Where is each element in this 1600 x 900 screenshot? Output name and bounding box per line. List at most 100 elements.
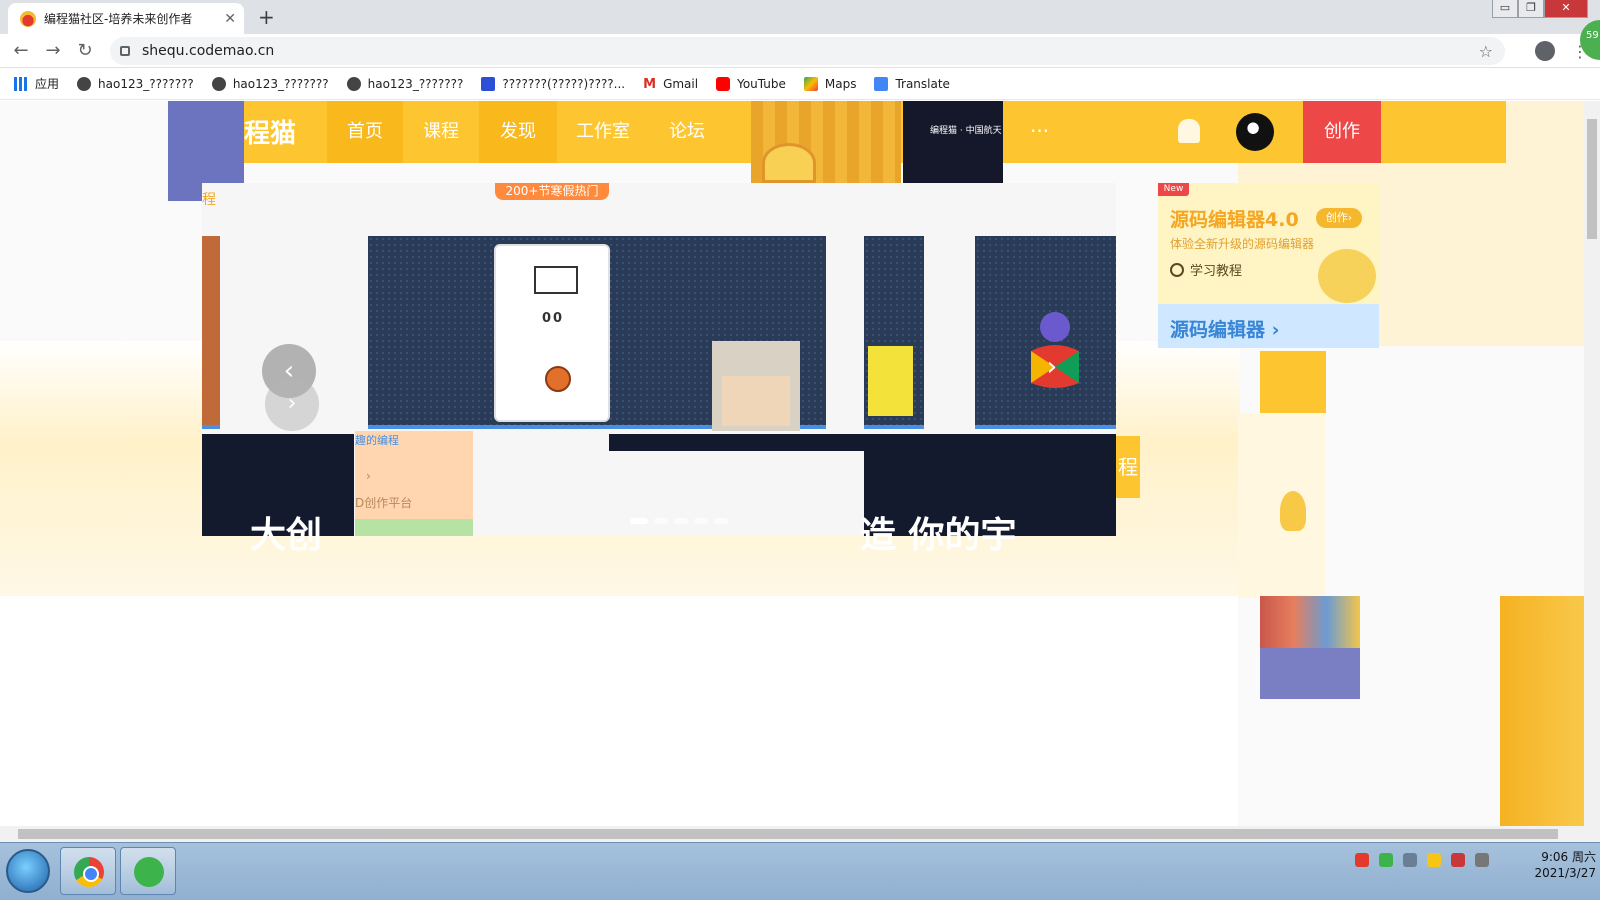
new-tab-button[interactable]: + — [258, 5, 275, 29]
bookmark-item[interactable]: hao123_??????? — [211, 76, 329, 91]
bookmark-item[interactable]: ???????(?????)????... — [481, 76, 625, 91]
url-text[interactable]: shequ.codemao.cn — [142, 43, 1479, 59]
rocket-icon — [1280, 491, 1306, 531]
pixel-character-face — [722, 376, 790, 426]
taskbar-360-button[interactable] — [120, 847, 176, 895]
bookmark-item[interactable]: YouTube — [716, 76, 786, 91]
bookmark-label: hao123_??????? — [367, 76, 464, 91]
editor-subtitle: 体验全新升级的源码编辑器 — [1170, 237, 1315, 251]
nav-forum[interactable]: 论坛 — [649, 101, 725, 163]
360-tray-icon[interactable] — [1427, 853, 1441, 867]
carousel-next-button[interactable]: › — [1026, 341, 1078, 393]
pager-dot[interactable] — [654, 518, 668, 524]
close-window-button[interactable]: ✕ — [1544, 0, 1588, 18]
carousel-next-ghost-button[interactable]: › — [265, 377, 319, 431]
globe-icon — [346, 76, 361, 91]
address-bar[interactable]: shequ.codemao.cn ☆ — [110, 37, 1505, 65]
back-button[interactable]: ← — [10, 40, 32, 61]
create-button[interactable]: 创作 — [1303, 101, 1381, 163]
pager-dot[interactable] — [714, 518, 728, 524]
bookmark-item[interactable]: hao123_??????? — [77, 76, 194, 91]
gmail-icon: M — [643, 76, 657, 92]
sogou-ime-icon[interactable] — [1355, 853, 1369, 867]
nav-discover[interactable]: 发现 — [479, 101, 557, 163]
pager-dot-active[interactable] — [630, 518, 648, 524]
user-avatar[interactable] — [1236, 113, 1274, 151]
translate-icon — [874, 76, 889, 91]
forward-button[interactable]: → — [42, 40, 64, 61]
windows-taskbar: 9:06 周六 2021/3/27 — [0, 842, 1600, 900]
editor-tutorial-label: 学习教程 — [1190, 264, 1243, 279]
pager-dot[interactable] — [694, 518, 708, 524]
game-score: 00 — [542, 311, 565, 326]
new-badge: New — [1158, 183, 1189, 196]
system-tray — [1355, 853, 1499, 867]
tab-title: 编程猫社区-培养未来创作者 — [44, 12, 193, 26]
site-logo[interactable]: 程猫 — [244, 113, 296, 150]
horizontal-scrollbar[interactable] — [0, 826, 1600, 842]
page-background-bottom — [0, 596, 1238, 826]
vertical-scrollbar-thumb[interactable] — [1587, 119, 1597, 239]
promo-panel-subtitle: D创作平台 — [355, 496, 413, 510]
pager-dot[interactable] — [674, 518, 688, 524]
bookmark-label: Gmail — [663, 76, 699, 91]
tab-close-icon[interactable]: ✕ — [224, 11, 236, 27]
promo-tag[interactable]: 200+节寒假热门 — [495, 183, 609, 200]
side-tag-text: 程 — [202, 192, 216, 208]
loading-overlay — [609, 434, 865, 451]
decorative-pillar — [1500, 596, 1584, 826]
globe-icon — [77, 76, 92, 91]
vertical-scrollbar[interactable] — [1584, 101, 1600, 826]
horizontal-scrollbar-thumb[interactable] — [18, 829, 1558, 839]
paw-icon — [481, 76, 496, 91]
browser-tab[interactable]: 编程猫社区-培养未来创作者 ✕ — [8, 3, 244, 34]
basketball-icon — [545, 366, 571, 392]
basketball-hoop-icon — [534, 266, 578, 294]
partner-banner[interactable] — [903, 101, 1003, 183]
bookmark-star-icon[interactable]: ☆ — [1479, 42, 1493, 61]
security-shield-icon[interactable] — [1379, 853, 1393, 867]
taskbar-time: 9:06 周六 — [1541, 850, 1596, 864]
taskbar-chrome-button[interactable] — [60, 847, 116, 895]
nav-course[interactable]: 课程 — [403, 101, 479, 163]
editor-title: 源码编辑器4.0 — [1170, 209, 1299, 231]
banner-headline-left: 大创 — [250, 515, 323, 556]
bookmark-item[interactable]: M Gmail — [643, 76, 699, 92]
side-decoration-block — [1260, 351, 1326, 413]
reload-button[interactable]: ↻ — [74, 40, 96, 61]
bell-icon[interactable] — [1178, 119, 1200, 143]
editor-4-logo-icon — [1318, 249, 1376, 303]
bookmark-item[interactable]: hao123_??????? — [346, 76, 464, 91]
books-icon — [1260, 596, 1360, 648]
profile-avatar-icon[interactable] — [1535, 41, 1555, 61]
bookmark-item[interactable]: 应用 — [14, 75, 59, 92]
apps-icon — [14, 76, 28, 91]
editor-create-button[interactable]: 创作› — [1316, 208, 1362, 228]
alarm-clock-icon — [762, 143, 816, 183]
network-icon[interactable] — [1403, 853, 1417, 867]
bookmark-label: hao123_??????? — [232, 76, 329, 91]
volume-icon[interactable] — [1475, 853, 1489, 867]
bookmark-item[interactable]: Maps — [803, 76, 857, 91]
bookmarks-bar: 应用 hao123_??????? hao123_??????? hao123_???… — [0, 68, 1600, 100]
side-chip[interactable]: 程 — [1116, 436, 1140, 498]
bookmark-item[interactable]: Translate — [874, 76, 950, 91]
bookmark-label: hao123_??????? — [98, 76, 194, 91]
carousel-pager — [630, 518, 734, 524]
plus-shield-icon — [134, 857, 164, 887]
carousel-slide[interactable] — [202, 236, 220, 429]
more-menu-icon[interactable]: ··· — [1030, 119, 1049, 143]
editor-secondary-title: 源码编辑器 › — [1170, 319, 1280, 341]
minimize-button[interactable]: ▭ — [1492, 0, 1518, 18]
alert-icon[interactable] — [1451, 853, 1465, 867]
editor-tutorial-link[interactable]: 学习教程 — [1170, 260, 1242, 279]
bookmark-label: Maps — [824, 76, 857, 91]
browser-tab-strip: 编程猫社区-培养未来创作者 ✕ + ▭ ❐ ✕ — [0, 0, 1600, 34]
bookmark-label: Translate — [895, 76, 950, 91]
taskbar-clock[interactable]: 9:06 周六 2021/3/27 — [1508, 849, 1596, 881]
nav-home[interactable]: 首页 — [327, 101, 403, 163]
start-button[interactable] — [6, 849, 50, 893]
globe-icon — [211, 76, 226, 91]
nav-studio[interactable]: 工作室 — [557, 101, 649, 163]
restore-button[interactable]: ❐ — [1518, 0, 1544, 18]
